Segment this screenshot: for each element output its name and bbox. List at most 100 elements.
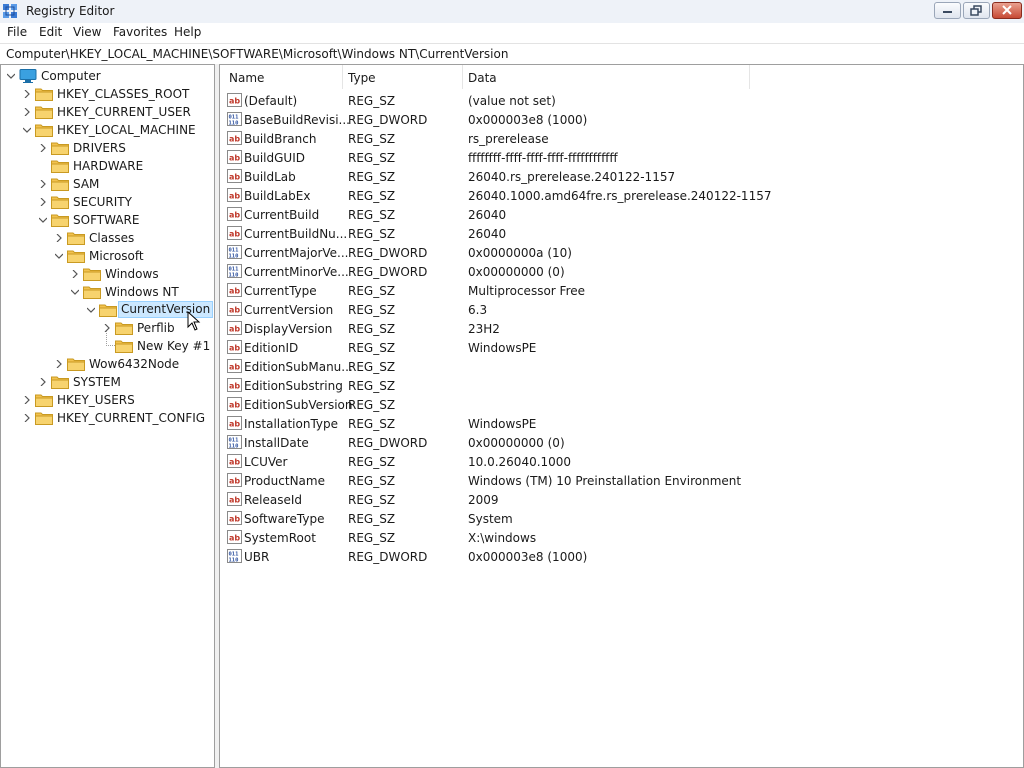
folder-icon <box>67 358 85 371</box>
value-row[interactable]: ab BuildLabEx REG_SZ 26040.1000.amd64fre.rs… <box>220 186 1023 205</box>
value-row[interactable]: ab CurrentBuildNu... REG_SZ 26040 <box>220 224 1023 243</box>
tree-item[interactable]: Computer <box>1 67 212 85</box>
svg-text:ab: ab <box>229 496 240 505</box>
chevron-right-icon[interactable] <box>23 90 31 98</box>
tree-item[interactable]: Windows NT <box>1 283 212 301</box>
tree-item[interactable]: SECURITY <box>1 193 212 211</box>
tree-item-label: Microsoft <box>89 249 144 263</box>
title-bar[interactable]: Registry Editor <box>0 0 1024 24</box>
chevron-right-icon[interactable] <box>23 396 31 404</box>
tree-item[interactable]: Windows <box>1 265 212 283</box>
chevron-right-icon[interactable] <box>39 198 47 206</box>
value-row[interactable]: 011 110 InstallDate REG_DWORD 0x00000000 (0) <box>220 433 1023 452</box>
tree-item[interactable]: HARDWARE <box>1 157 212 175</box>
string-value-icon: ab <box>227 150 242 164</box>
tree-item[interactable]: HKEY_CURRENT_USER <box>1 103 212 121</box>
value-type: REG_SZ <box>348 322 396 336</box>
tree-item[interactable]: HKEY_USERS <box>1 391 212 409</box>
svg-text:ab: ab <box>229 154 240 163</box>
tree-item[interactable]: Wow6432Node <box>1 355 212 373</box>
chevron-down-icon[interactable] <box>7 72 15 80</box>
value-row[interactable]: 011 110 CurrentMajorVe... REG_DWORD 0x000000… <box>220 243 1023 262</box>
tree-item[interactable]: New Key #1 <box>1 331 212 355</box>
key-tree[interactable]: Computer HKEY_CLASSES_ROOT HKEY_CURRENT_US… <box>0 64 215 768</box>
value-row[interactable]: ab BuildGUID REG_SZ ffffffff-ffff-ffff-ffff… <box>220 148 1023 167</box>
tree-item[interactable]: Classes <box>1 229 212 247</box>
value-row[interactable]: ab InstallationType REG_SZ WindowsPE <box>220 414 1023 433</box>
value-row[interactable]: ab CurrentType REG_SZ Multiprocessor Free <box>220 281 1023 300</box>
value-row[interactable]: ab BuildLab REG_SZ 26040.rs_prerelease.2401… <box>220 167 1023 186</box>
chevron-right-icon[interactable] <box>71 270 79 278</box>
tree-item[interactable]: HKEY_LOCAL_MACHINE <box>1 121 212 139</box>
svg-text:110: 110 <box>229 557 239 563</box>
chevron-down-icon[interactable] <box>87 306 95 314</box>
chevron-right-icon[interactable] <box>55 234 63 242</box>
value-row[interactable]: 011 110 CurrentMinorVe... REG_DWORD 0x000000… <box>220 262 1023 281</box>
column-header-name[interactable]: Name <box>229 71 264 85</box>
value-row[interactable]: ab EditionSubVersion REG_SZ <box>220 395 1023 414</box>
chevron-down-icon[interactable] <box>55 252 63 260</box>
folder-icon <box>115 340 133 353</box>
value-row[interactable]: ab EditionSubManu... REG_SZ <box>220 357 1023 376</box>
string-value-icon: ab <box>227 169 242 183</box>
close-button[interactable] <box>992 2 1022 19</box>
address-bar[interactable]: Computer\HKEY_LOCAL_MACHINE\SOFTWARE\Mic… <box>0 43 1024 65</box>
menu-file[interactable]: File <box>7 25 27 39</box>
address-path[interactable]: Computer\HKEY_LOCAL_MACHINE\SOFTWARE\Mic… <box>6 47 508 61</box>
column-divider[interactable] <box>342 65 343 89</box>
value-row[interactable]: ab BuildBranch REG_SZ rs_prerelease <box>220 129 1023 148</box>
chevron-right-icon[interactable] <box>39 378 47 386</box>
value-data: 10.0.26040.1000 <box>468 455 572 469</box>
tree-item[interactable]: Microsoft <box>1 247 212 265</box>
chevron-right-icon[interactable] <box>23 414 31 422</box>
column-header-type[interactable]: Type <box>348 71 376 85</box>
value-type: REG_SZ <box>348 189 396 203</box>
tree-item[interactable]: SAM <box>1 175 212 193</box>
registry-editor-icon <box>3 4 17 18</box>
value-row[interactable]: ab ReleaseId REG_SZ 2009 <box>220 490 1023 509</box>
binary-value-icon: 011110 <box>227 112 242 126</box>
chevron-down-icon[interactable] <box>39 216 47 224</box>
value-row[interactable]: ab SystemRoot REG_SZ X:\windows <box>220 528 1023 547</box>
value-row[interactable]: ab EditionID REG_SZ WindowsPE <box>220 338 1023 357</box>
menu-help[interactable]: Help <box>174 25 201 39</box>
tree-item[interactable]: HKEY_CURRENT_CONFIG <box>1 409 212 427</box>
column-header-data[interactable]: Data <box>468 71 497 85</box>
chevron-right-icon[interactable] <box>39 144 47 152</box>
value-row[interactable]: ab LCUVer REG_SZ 10.0.26040.1000 <box>220 452 1023 471</box>
value-row[interactable]: ab SoftwareType REG_SZ System <box>220 509 1023 528</box>
svg-text:ab: ab <box>229 458 240 467</box>
value-row[interactable]: ab (Default) REG_SZ (value not set) <box>220 91 1023 110</box>
values-list[interactable]: Name Type Data ab (Default) REG_SZ (value n… <box>219 64 1024 768</box>
window-title: Registry Editor <box>26 4 115 18</box>
value-row[interactable]: 011 110 BaseBuildRevisi... REG_DWORD 0x00000… <box>220 110 1023 129</box>
minimize-button[interactable] <box>934 2 961 19</box>
svg-text:ab: ab <box>229 211 240 220</box>
column-divider[interactable] <box>749 65 750 89</box>
menu-favorites[interactable]: Favorites <box>113 25 167 39</box>
chevron-down-icon[interactable] <box>71 288 79 296</box>
chevron-right-icon[interactable] <box>23 108 31 116</box>
tree-item[interactable]: SYSTEM <box>1 373 212 391</box>
string-value-icon: ab <box>227 131 242 145</box>
chevron-right-icon[interactable] <box>55 360 63 368</box>
tree-item-label: HARDWARE <box>73 159 144 173</box>
tree-item[interactable]: HKEY_CLASSES_ROOT <box>1 85 212 103</box>
menu-view[interactable]: View <box>73 25 101 39</box>
tree-item[interactable]: CurrentVersion <box>1 301 214 319</box>
tree-item[interactable]: SOFTWARE <box>1 211 212 229</box>
value-row[interactable]: ab EditionSubstring REG_SZ <box>220 376 1023 395</box>
chevron-down-icon[interactable] <box>23 126 31 134</box>
value-row[interactable]: ab CurrentBuild REG_SZ 26040 <box>220 205 1023 224</box>
chevron-right-icon[interactable] <box>39 180 47 188</box>
string-value-icon: ab <box>227 207 242 221</box>
value-row[interactable]: ab ProductName REG_SZ Windows (TM) 10 Prein… <box>220 471 1023 490</box>
restore-button[interactable] <box>963 2 990 19</box>
value-row[interactable]: ab CurrentVersion REG_SZ 6.3 <box>220 300 1023 319</box>
value-row[interactable]: ab DisplayVersion REG_SZ 23H2 <box>220 319 1023 338</box>
value-row[interactable]: 011 110 UBR REG_DWORD 0x000003e8 (1000) <box>220 547 1023 566</box>
svg-text:110: 110 <box>229 253 239 259</box>
column-divider[interactable] <box>462 65 463 89</box>
menu-edit[interactable]: Edit <box>39 25 62 39</box>
tree-item[interactable]: DRIVERS <box>1 139 212 157</box>
